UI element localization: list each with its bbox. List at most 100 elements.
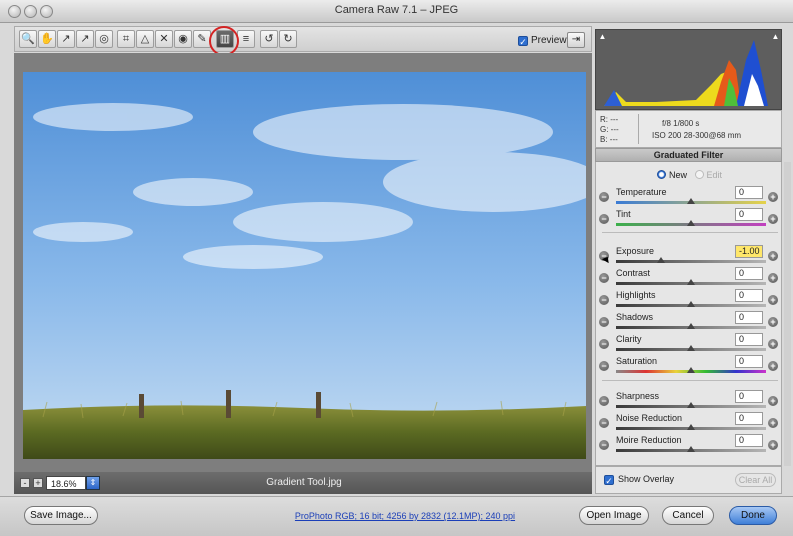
camera-info: R: --- G: --- B: --- f/8 1/800 s ISO 200…	[595, 110, 782, 148]
targeted-adjustment-icon[interactable]: ◎	[95, 30, 113, 48]
plus-icon[interactable]: +	[768, 339, 778, 349]
slider-thumb[interactable]	[687, 301, 695, 307]
slider-track[interactable]	[616, 260, 766, 263]
slider-label: Contrast	[616, 268, 651, 278]
color-sampler-icon[interactable]: ↗	[76, 30, 94, 48]
slider-clarity: − Clarity 0 +	[596, 333, 783, 355]
preview-checkbox[interactable]: ✓ Preview	[518, 35, 567, 47]
minus-icon[interactable]: −	[599, 214, 609, 224]
slider-value-field[interactable]: 0	[735, 208, 763, 221]
b-readout: B: ---	[600, 135, 618, 144]
straighten-icon[interactable]: △	[136, 30, 154, 48]
plus-icon[interactable]: +	[768, 440, 778, 450]
clear-all-button[interactable]: Clear All	[735, 473, 776, 487]
rotate-ccw-icon[interactable]: ↺	[260, 30, 278, 48]
slider-value-field[interactable]: 0	[735, 311, 763, 324]
panel-scrollbar[interactable]	[784, 162, 791, 466]
zoom-in-button[interactable]: +	[33, 478, 43, 488]
plus-icon[interactable]: +	[768, 273, 778, 283]
radio-on-icon	[656, 170, 666, 179]
slider-thumb[interactable]	[687, 424, 695, 430]
image-canvas[interactable]	[14, 53, 592, 472]
slider-thumb[interactable]	[687, 279, 695, 285]
mode-new-label: New	[668, 170, 687, 180]
info-divider	[638, 114, 639, 144]
done-button[interactable]: Done	[729, 506, 777, 525]
minus-icon[interactable]: −	[599, 361, 609, 371]
plus-icon[interactable]: +	[768, 361, 778, 371]
minus-icon[interactable]: −	[599, 295, 609, 305]
zoom-level-field[interactable]: 18.6%	[46, 476, 86, 490]
slider-value-field[interactable]: 0	[735, 390, 763, 403]
aperture-shutter: f/8 1/800 s	[662, 119, 700, 128]
crop-icon[interactable]: ⌗	[117, 30, 135, 48]
mode-new-radio[interactable]: New	[656, 170, 687, 180]
slider-value-field[interactable]: 0	[735, 186, 763, 199]
zoom-out-button[interactable]: -	[20, 478, 30, 488]
slider-label: Shadows	[616, 312, 654, 322]
plus-icon[interactable]: +	[768, 317, 778, 327]
fullscreen-button[interactable]: ⇥	[567, 32, 585, 48]
histogram: ▲ ▲	[595, 29, 782, 110]
slider-sharpness: − Sharpness 0 +	[596, 390, 783, 412]
slider-thumb[interactable]	[687, 323, 695, 329]
zoom-dropdown-icon[interactable]: ⇕	[86, 476, 100, 490]
spot-removal-icon[interactable]: ✕	[155, 30, 173, 48]
slider-value-field[interactable]: 0	[735, 434, 763, 447]
slider-thumb[interactable]	[687, 220, 695, 226]
slider-value-field[interactable]: 0	[735, 355, 763, 368]
slider-value-field[interactable]: 0	[735, 333, 763, 346]
plus-icon[interactable]: +	[768, 418, 778, 428]
slider-value-field[interactable]: 0	[735, 289, 763, 302]
iso-lens: ISO 200 28-300@68 mm	[652, 131, 742, 140]
red-eye-icon[interactable]: ◉	[174, 30, 192, 48]
hand-icon[interactable]: ✋	[38, 30, 56, 48]
slider-contrast: − Contrast 0 +	[596, 267, 783, 289]
slider-noise-reduction: − Noise Reduction 0 +	[596, 412, 783, 434]
adjustment-brush-icon[interactable]: ✎	[193, 30, 211, 48]
slider-label: Sharpness	[616, 391, 660, 401]
save-image-button[interactable]: Save Image...	[24, 506, 98, 525]
plus-icon[interactable]: +	[768, 295, 778, 305]
slider-thumb[interactable]	[687, 446, 695, 452]
plus-icon[interactable]: +	[768, 251, 778, 261]
slider-value-field[interactable]: -1.00	[735, 245, 763, 258]
graduated-filter-icon[interactable]: ▥	[216, 30, 234, 48]
slider-thumb[interactable]	[657, 257, 665, 263]
slider-thumb[interactable]	[687, 402, 695, 408]
minus-icon[interactable]: −	[599, 396, 609, 406]
show-overlay-checkbox[interactable]: ✓	[604, 475, 614, 486]
white-balance-icon[interactable]: ↗	[57, 30, 75, 48]
minus-icon[interactable]: −	[599, 339, 609, 349]
plus-icon[interactable]: +	[768, 192, 778, 202]
slider-label: Exposure	[616, 246, 655, 256]
mode-edit-radio[interactable]: Edit	[694, 170, 723, 180]
panel-divider	[602, 380, 778, 381]
cancel-button[interactable]: Cancel	[662, 506, 714, 525]
preferences-icon[interactable]: ≡	[237, 30, 255, 48]
plus-icon[interactable]: +	[768, 396, 778, 406]
slider-thumb[interactable]	[687, 367, 695, 373]
slider-value-field[interactable]: 0	[735, 412, 763, 425]
slider-label: Tint	[616, 209, 631, 219]
rotate-cw-icon[interactable]: ↻	[279, 30, 297, 48]
minus-icon[interactable]: −	[599, 317, 609, 327]
minus-icon[interactable]: −	[599, 440, 609, 450]
minus-icon[interactable]: −	[599, 418, 609, 428]
highlight-clipping-warning-icon[interactable]: ▲	[771, 32, 780, 41]
minus-icon[interactable]: −	[599, 273, 609, 283]
r-readout: R: ---	[600, 115, 619, 124]
shadow-clipping-warning-icon[interactable]: ▲	[598, 32, 607, 41]
mode-edit-label: Edit	[706, 170, 723, 180]
workflow-options-link[interactable]: ProPhoto RGB; 16 bit; 4256 by 2832 (12.1…	[260, 511, 550, 521]
slider-thumb[interactable]	[687, 198, 695, 204]
open-image-button[interactable]: Open Image	[579, 506, 649, 525]
slider-value-field[interactable]: 0	[735, 267, 763, 280]
title-bar: Camera Raw 7.1 – JPEG	[0, 0, 793, 23]
plus-icon[interactable]: +	[768, 214, 778, 224]
zoom-icon[interactable]: 🔍	[19, 30, 37, 48]
minus-icon[interactable]: −	[599, 192, 609, 202]
preview-check-icon[interactable]: ✓	[518, 35, 528, 47]
window-title: Camera Raw 7.1 – JPEG	[334, 4, 459, 16]
slider-thumb[interactable]	[687, 345, 695, 351]
